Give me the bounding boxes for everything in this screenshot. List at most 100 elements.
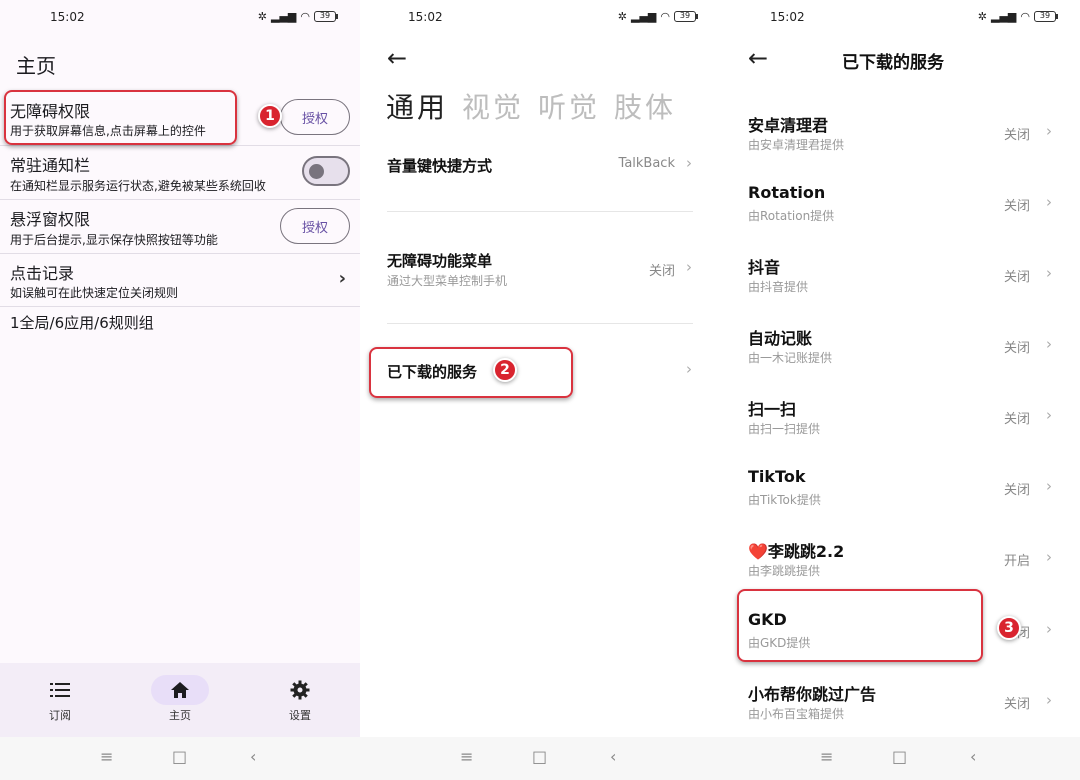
system-nav-bar: ≡ □ ‹ [360, 737, 720, 780]
nav-home[interactable]: 主页 [120, 663, 240, 737]
overlay-authorize-button[interactable]: 授权 [280, 208, 350, 244]
highlight-box-1 [4, 90, 237, 145]
service-item[interactable]: 自动记账 由一木记账提供 关闭 › [720, 325, 1080, 396]
chevron-right-icon: › [1046, 264, 1052, 282]
row-title: 常驻通知栏 [10, 156, 91, 175]
row-desc: 通过大型菜单控制手机 [387, 274, 508, 288]
row-desc: 在通知栏显示服务运行状态,避免被某些系统回收 [10, 179, 266, 193]
home-square-icon[interactable]: □ [892, 747, 907, 766]
service-item[interactable]: TikTok 由TikTok提供 关闭 › [720, 467, 1080, 538]
chevron-right-icon: › [686, 258, 692, 276]
service-name: 抖音 [748, 258, 781, 277]
row-title: 无障碍功能菜单 [387, 252, 493, 270]
accessibility-menu-row[interactable]: 无障碍功能菜单 通过大型菜单控制手机 关闭 › [360, 246, 720, 290]
divider [0, 306, 360, 307]
click-log-row[interactable]: 点击记录 如误触可在此快速定位关闭规则 › [0, 254, 360, 306]
tab-visual[interactable]: 视觉 [462, 86, 524, 126]
service-provider: 由李跳跳提供 [748, 564, 821, 578]
chevron-right-icon: › [1046, 406, 1052, 424]
signal-icon: ▂▄▆ [631, 10, 657, 23]
rules-summary[interactable]: 1全局/6应用/6规则组 [10, 312, 154, 333]
service-provider: 由扫一扫提供 [748, 422, 821, 436]
menu-icon[interactable]: ≡ [460, 747, 473, 766]
status-icons: ✲ ▂▄▆ ◠ 39 [977, 10, 1058, 23]
bluetooth-icon: ✲ [977, 10, 987, 23]
page-title: 主页 [16, 54, 56, 78]
bluetooth-icon: ✲ [257, 10, 267, 23]
service-item[interactable]: 安卓清理君 由安卓清理君提供 关闭 › [720, 112, 1080, 183]
row-value: 关闭 [648, 264, 675, 279]
service-name: ❤️李跳跳2.2 [748, 542, 845, 561]
back-icon[interactable]: ‹ [970, 747, 976, 766]
status-time: 15:02 [50, 10, 85, 24]
back-icon[interactable]: ‹ [610, 747, 616, 766]
tab-general[interactable]: 通用 [386, 86, 448, 126]
highlight-box-3 [737, 589, 983, 662]
page-title: 已下载的服务 [842, 53, 944, 73]
menu-icon[interactable]: ≡ [100, 747, 113, 766]
accessibility-authorize-button[interactable]: 授权 [280, 99, 350, 135]
row-value: TalkBack [618, 156, 675, 171]
system-nav-bar: ≡ □ ‹ [0, 737, 360, 780]
chevron-right-icon: › [338, 268, 346, 289]
chevron-right-icon: › [1046, 620, 1052, 638]
menu-icon[interactable]: ≡ [820, 747, 833, 766]
chevron-right-icon: › [1046, 477, 1052, 495]
service-name: Rotation [748, 183, 826, 202]
tab-physical[interactable]: 肢体 [614, 86, 676, 126]
home-square-icon[interactable]: □ [172, 747, 187, 766]
service-item[interactable]: Rotation 由Rotation提供 关闭 › [720, 183, 1080, 254]
overlay-permission-row: 悬浮窗权限 用于后台提示,显示保存快照按钮等功能 授权 [0, 200, 360, 252]
notification-toggle[interactable] [302, 156, 350, 186]
battery-icon: 39 [1034, 11, 1058, 22]
nav-label: 订阅 [49, 709, 71, 722]
nav-subscription[interactable]: 订阅 [0, 663, 120, 737]
signal-icon: ▂▄▆ [271, 10, 297, 23]
wifi-icon: ◠ [1020, 10, 1030, 23]
service-state: 关闭 [1003, 341, 1030, 356]
status-time: 15:02 [408, 10, 443, 24]
home-icon [151, 675, 209, 705]
wifi-icon: ◠ [300, 10, 310, 23]
back-icon[interactable]: ‹ [250, 747, 256, 766]
status-bar: 15:02 ✲ ▂▄▆ ◠ 39 [360, 10, 720, 26]
home-square-icon[interactable]: □ [532, 747, 547, 766]
nav-settings[interactable]: 设置 [240, 663, 360, 737]
back-arrow-icon[interactable]: ← [387, 44, 407, 72]
chevron-right-icon: › [1046, 548, 1052, 566]
service-name: 安卓清理君 [748, 116, 829, 135]
service-state: 开启 [1003, 554, 1030, 569]
back-arrow-icon[interactable]: ← [748, 44, 768, 72]
notification-bar-row: 常驻通知栏 在通知栏显示服务运行状态,避免被某些系统回收 [0, 146, 360, 198]
service-provider: 由抖音提供 [748, 280, 809, 294]
bottom-navigation: 订阅 主页 设置 [0, 663, 360, 737]
service-state: 关闭 [1003, 199, 1030, 214]
step-badge-2: 2 [493, 358, 517, 382]
service-state: 关闭 [1003, 128, 1030, 143]
service-provider: 由安卓清理君提供 [748, 138, 845, 152]
status-icons: ✲ ▂▄▆ ◠ 39 [618, 10, 698, 23]
wifi-icon: ◠ [660, 10, 670, 23]
service-state: 关闭 [1003, 412, 1030, 427]
accessibility-settings-screen: 15:02 ✲ ▂▄▆ ◠ 39 ← 通用 视觉 听觉 肢体 音量键快捷方式 T… [360, 0, 720, 780]
nav-label: 设置 [289, 709, 311, 722]
chevron-right-icon: › [1046, 122, 1052, 140]
row-title: 悬浮窗权限 [10, 210, 91, 229]
system-nav-bar: ≡ □ ‹ [720, 737, 1080, 780]
volume-shortcut-row[interactable]: 音量键快捷方式 TalkBack › [360, 150, 720, 180]
service-provider: 由TikTok提供 [748, 493, 821, 507]
divider [387, 323, 693, 324]
gear-icon [271, 675, 329, 705]
row-title: 音量键快捷方式 [387, 157, 493, 175]
service-state: 关闭 [1003, 697, 1030, 712]
list-icon [31, 675, 89, 705]
status-icons: ✲ ▂▄▆ ◠ 39 [257, 10, 338, 23]
divider [387, 211, 693, 212]
service-item[interactable]: 抖音 由抖音提供 关闭 › [720, 254, 1080, 325]
chevron-right-icon: › [1046, 691, 1052, 709]
service-item[interactable]: 扫一扫 由扫一扫提供 关闭 › [720, 396, 1080, 467]
service-name: TikTok [748, 467, 806, 486]
row-desc: 如误触可在此快速定位关闭规则 [10, 286, 179, 300]
tab-hearing[interactable]: 听觉 [538, 86, 600, 126]
signal-icon: ▂▄▆ [991, 10, 1017, 23]
